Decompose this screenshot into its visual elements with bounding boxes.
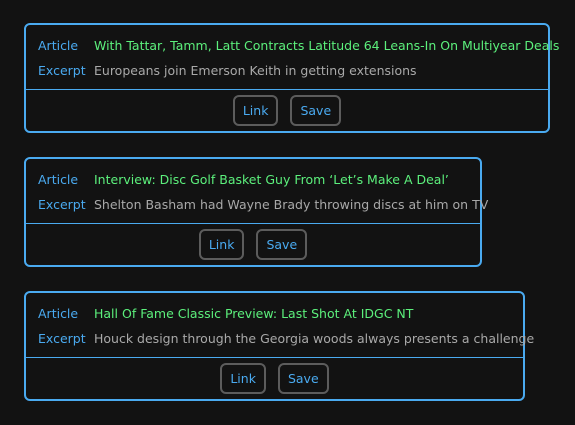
excerpt-row: Excerpt Shelton Basham had Wayne Brady t… bbox=[38, 192, 488, 217]
article-excerpt: Europeans join Emerson Keith in getting … bbox=[94, 63, 417, 78]
article-title: With Tattar, Tamm, Latt Contracts Latitu… bbox=[94, 38, 560, 53]
article-card-body: Article Hall Of Fame Classic Preview: La… bbox=[26, 293, 534, 357]
article-card-body: Article Interview: Disc Golf Basket Guy … bbox=[26, 159, 488, 223]
article-row: Article Hall Of Fame Classic Preview: La… bbox=[38, 301, 511, 326]
link-button[interactable]: Link bbox=[232, 95, 279, 126]
article-card: Article With Tattar, Tamm, Latt Contract… bbox=[24, 23, 559, 133]
save-button[interactable]: Save bbox=[290, 95, 342, 126]
article-title: Interview: Disc Golf Basket Guy From ‘Le… bbox=[94, 172, 449, 187]
article-card: Article Interview: Disc Golf Basket Guy … bbox=[24, 157, 488, 267]
excerpt-row: Excerpt Europeans join Emerson Keith in … bbox=[38, 58, 536, 83]
excerpt-label: Excerpt bbox=[38, 197, 86, 212]
excerpt-label: Excerpt bbox=[38, 331, 86, 346]
article-label: Article bbox=[38, 306, 79, 321]
article-card-body: Article With Tattar, Tamm, Latt Contract… bbox=[26, 25, 559, 89]
link-button[interactable]: Link bbox=[198, 229, 245, 260]
article-title: Hall Of Fame Classic Preview: Last Shot … bbox=[94, 306, 414, 321]
save-button[interactable]: Save bbox=[277, 363, 329, 394]
link-button[interactable]: Link bbox=[220, 363, 266, 394]
article-label: Article bbox=[38, 38, 79, 53]
save-button[interactable]: Save bbox=[256, 229, 308, 260]
article-excerpt: Shelton Basham had Wayne Brady throwing … bbox=[94, 197, 489, 212]
article-card-actions: Link Save bbox=[26, 357, 523, 399]
article-card-actions: Link Save bbox=[26, 223, 480, 265]
excerpt-label: Excerpt bbox=[38, 63, 86, 78]
article-card-actions: Link Save bbox=[26, 89, 548, 131]
article-row: Article With Tattar, Tamm, Latt Contract… bbox=[38, 33, 559, 58]
excerpt-row: Excerpt Houck design through the Georgia… bbox=[38, 326, 534, 351]
article-card: Article Hall Of Fame Classic Preview: La… bbox=[24, 291, 534, 401]
article-row: Article Interview: Disc Golf Basket Guy … bbox=[38, 167, 468, 192]
article-excerpt: Houck design through the Georgia woods a… bbox=[94, 331, 535, 346]
article-label: Article bbox=[38, 172, 79, 187]
